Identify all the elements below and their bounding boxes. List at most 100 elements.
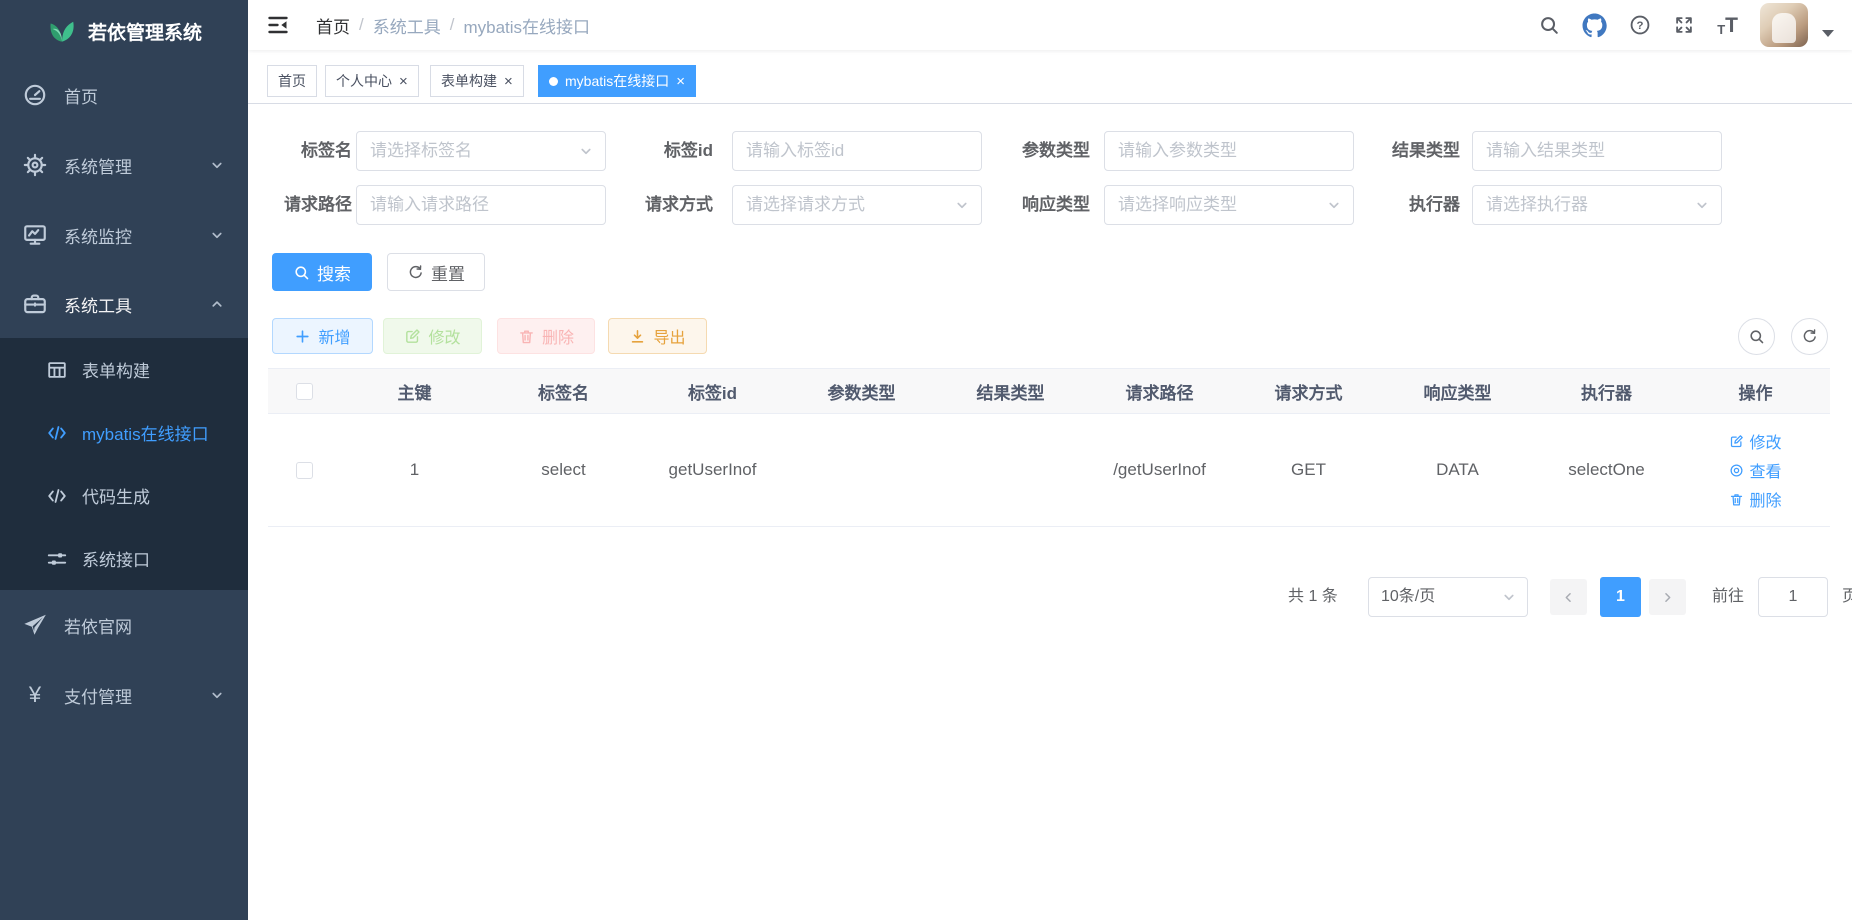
chevron-down-icon xyxy=(208,156,226,174)
breadcrumb-home[interactable]: 首页 xyxy=(316,13,350,38)
col-result-type: 结果类型 xyxy=(936,369,1085,414)
sidebar-submenu-system-tools: 表单构建 mybatis在线接口 代码生成 系统接口 xyxy=(0,338,248,590)
refresh-icon xyxy=(1801,328,1818,345)
sidebar-item-system-tools[interactable]: 系统工具 xyxy=(0,270,248,338)
avatar-caret-icon[interactable] xyxy=(1822,30,1834,37)
response-type-select[interactable]: 请选择响应类型 xyxy=(1104,185,1354,225)
sidebar-item-payment-manage[interactable]: ¥ 支付管理 xyxy=(0,660,248,730)
dashboard-icon xyxy=(22,82,48,108)
param-type-field[interactable] xyxy=(1104,131,1354,171)
sidebar-item-label: 系统管理 xyxy=(64,153,132,178)
avatar[interactable] xyxy=(1760,3,1808,47)
fullscreen-icon[interactable] xyxy=(1673,14,1695,36)
gear-icon xyxy=(22,152,48,178)
github-icon[interactable] xyxy=(1582,13,1607,38)
sidebar-item-form-builder[interactable]: 表单构建 xyxy=(0,338,248,401)
col-request-method: 请求方式 xyxy=(1234,369,1383,414)
row-edit-link[interactable]: 修改 xyxy=(1729,429,1781,453)
sidebar-item-mybatis-online-api[interactable]: mybatis在线接口 xyxy=(0,401,248,464)
tag-id-input[interactable] xyxy=(733,132,981,170)
tab-home[interactable]: 首页 xyxy=(267,65,317,97)
tab-mybatis-online-api[interactable]: mybatis在线接口 × xyxy=(538,65,696,97)
monitor-icon xyxy=(22,222,48,248)
sidebar-item-system-manage[interactable]: 系统管理 xyxy=(0,130,248,200)
page-unit-label: 页 xyxy=(1842,577,1852,617)
data-table: 主键 标签名 标签id 参数类型 结果类型 请求路径 请求方式 响应类型 执行器… xyxy=(268,368,1830,527)
col-executor: 执行器 xyxy=(1532,369,1681,414)
delete-button: 删除 xyxy=(497,318,595,354)
search-icon xyxy=(1748,328,1765,345)
cell-tag-id: getUserInof xyxy=(638,414,787,527)
close-icon[interactable]: × xyxy=(504,74,513,89)
row-checkbox[interactable] xyxy=(296,462,313,479)
sidebar: 若依管理系统 首页 系统管理 系统监控 系统工具 表单构建 xyxy=(0,0,248,920)
request-method-label: 请求方式 xyxy=(628,185,713,225)
plus-icon xyxy=(294,328,311,345)
add-button[interactable]: 新增 xyxy=(272,318,373,354)
result-type-input[interactable] xyxy=(1473,132,1721,170)
close-icon[interactable]: × xyxy=(676,74,685,89)
download-icon xyxy=(629,328,646,345)
cell-request-path: /getUserInof xyxy=(1085,414,1234,527)
font-size-icon[interactable]: TT xyxy=(1717,15,1738,36)
cell-primary-key: 1 xyxy=(340,414,489,527)
refresh-table-button[interactable] xyxy=(1791,318,1828,355)
page-number-button[interactable]: 1 xyxy=(1600,577,1641,617)
row-delete-link[interactable]: 删除 xyxy=(1729,487,1781,511)
tab-form-builder[interactable]: 表单构建 × xyxy=(430,65,524,97)
trash-icon xyxy=(518,328,535,345)
prev-page-button xyxy=(1550,579,1587,615)
select-all-checkbox[interactable] xyxy=(296,383,313,400)
toggle-search-button[interactable] xyxy=(1738,318,1775,355)
export-button[interactable]: 导出 xyxy=(608,318,707,354)
sidebar-item-label: 系统监控 xyxy=(64,223,132,248)
tab-profile[interactable]: 个人中心 × xyxy=(325,65,419,97)
reset-button[interactable]: 重置 xyxy=(387,253,485,291)
request-method-select[interactable]: 请选择请求方式 xyxy=(732,185,982,225)
app-window: 若依管理系统 首页 系统管理 系统监控 系统工具 表单构建 xyxy=(0,0,1852,920)
sidebar-item-ruoyi-website[interactable]: 若依官网 xyxy=(0,590,248,660)
app-logo[interactable]: 若依管理系统 xyxy=(0,0,248,62)
chevron-down-icon xyxy=(1325,196,1343,214)
breadcrumb-current: mybatis在线接口 xyxy=(463,13,590,38)
code-icon xyxy=(46,422,68,444)
param-type-input[interactable] xyxy=(1105,132,1353,170)
sidebar-item-code-generator[interactable]: 代码生成 xyxy=(0,464,248,527)
tag-id-field[interactable] xyxy=(732,131,982,171)
code-icon xyxy=(46,485,68,507)
tags-view-bar: 首页 个人中心 × 表单构建 × mybatis在线接口 × xyxy=(248,50,1852,104)
cell-param-type xyxy=(787,414,936,527)
request-path-field[interactable] xyxy=(356,185,606,225)
page-size-select[interactable]: 10条/页 xyxy=(1368,577,1528,617)
close-icon[interactable]: × xyxy=(399,74,408,89)
chevron-down-icon xyxy=(208,686,226,704)
help-icon[interactable] xyxy=(1629,14,1651,36)
tag-name-select[interactable]: 请选择标签名 xyxy=(356,131,606,171)
row-view-link[interactable]: 查看 xyxy=(1729,458,1781,482)
breadcrumb: 首页 / 系统工具 / mybatis在线接口 xyxy=(316,0,590,50)
sidebar-item-label: mybatis在线接口 xyxy=(82,420,209,445)
goto-label: 前往 xyxy=(1712,577,1744,617)
search-button[interactable]: 搜索 xyxy=(272,253,372,291)
toolbox-icon xyxy=(22,291,48,317)
sidebar-item-label: 代码生成 xyxy=(82,483,150,508)
param-type-label: 参数类型 xyxy=(1000,131,1090,171)
sidebar-item-home[interactable]: 首页 xyxy=(0,60,248,130)
sliders-icon xyxy=(46,548,68,570)
result-type-field[interactable] xyxy=(1472,131,1722,171)
request-path-label: 请求路径 xyxy=(262,185,352,225)
request-path-input[interactable] xyxy=(357,186,605,224)
sidebar-item-label: 系统工具 xyxy=(64,292,132,317)
sidebar-item-system-api[interactable]: 系统接口 xyxy=(0,527,248,590)
executor-select[interactable]: 请选择执行器 xyxy=(1472,185,1722,225)
search-icon[interactable] xyxy=(1538,14,1560,36)
top-navbar: 首页 / 系统工具 / mybatis在线接口 TT xyxy=(248,0,1852,50)
main-area: 首页 / 系统工具 / mybatis在线接口 TT 首页 xyxy=(248,0,1852,920)
sidebar-collapse-icon[interactable] xyxy=(266,13,290,37)
navbar-actions: TT xyxy=(1538,0,1834,50)
cell-request-method: GET xyxy=(1234,414,1383,527)
sidebar-item-system-monitor[interactable]: 系统监控 xyxy=(0,200,248,270)
goto-page-input[interactable] xyxy=(1758,577,1828,617)
chevron-down-icon xyxy=(208,226,226,244)
active-dot xyxy=(549,77,558,86)
